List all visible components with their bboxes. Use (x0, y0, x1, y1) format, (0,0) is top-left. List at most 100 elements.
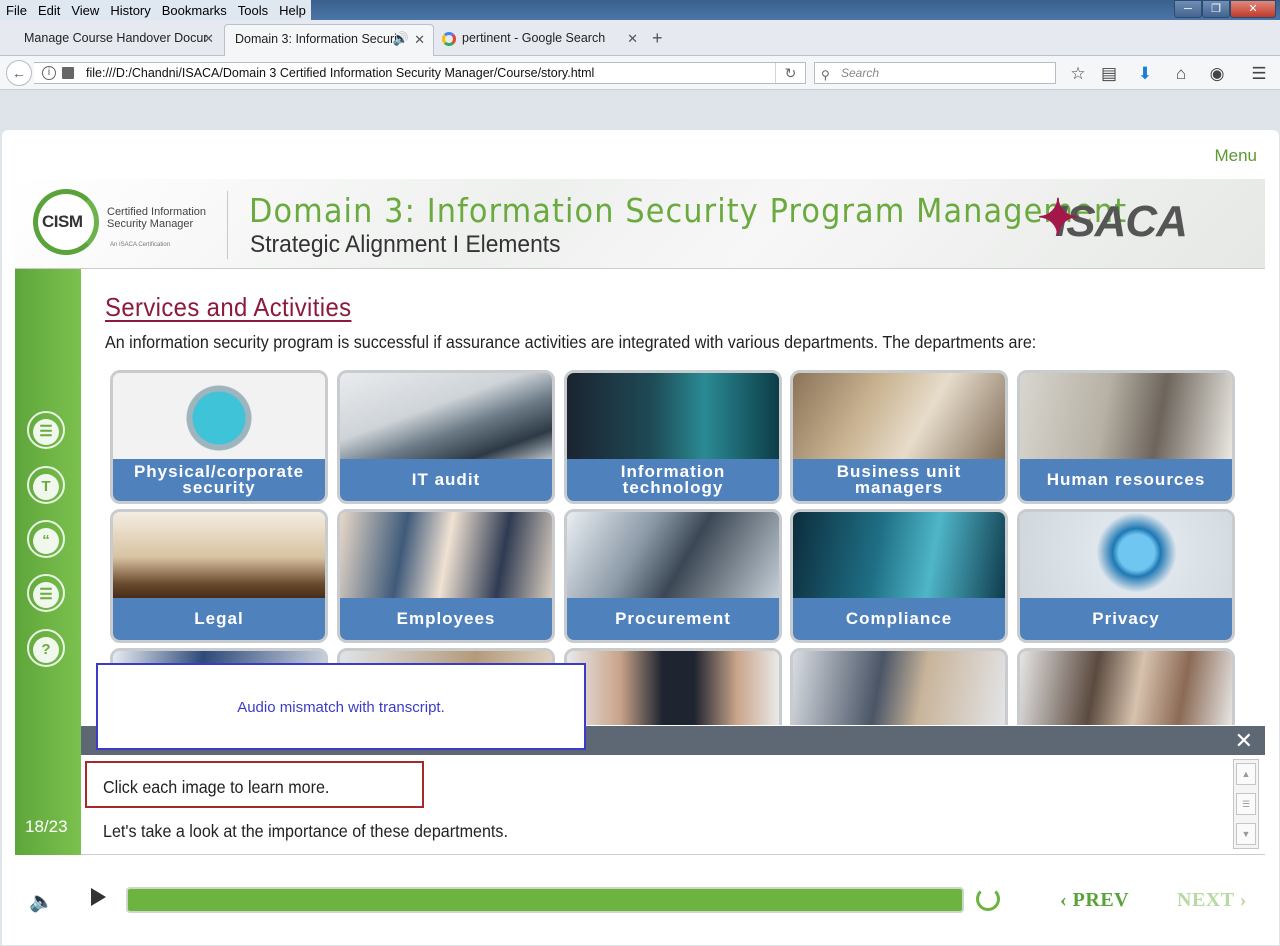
menu-tools[interactable]: Tools (232, 0, 273, 20)
play-icon[interactable] (91, 888, 106, 906)
bookmark-star-icon[interactable]: ☆ (1067, 64, 1089, 84)
menu-view[interactable]: View (65, 0, 104, 20)
reload-icon[interactable]: ↻ (775, 63, 805, 83)
home-icon[interactable]: ⌂ (1170, 64, 1192, 84)
banner-divider (227, 191, 228, 259)
search-input[interactable]: ⚲ Search (814, 62, 1056, 84)
tab-strip: Manage Course Handover Docur ✕ Domain 3:… (0, 20, 1280, 56)
scroll-up-icon[interactable]: ▲ (1236, 763, 1256, 785)
isaca-logo: ✦ ISACA (1037, 190, 1188, 246)
card-row3-5[interactable] (1017, 648, 1235, 725)
card-label: Privacy (1020, 598, 1232, 640)
window-close-button[interactable]: ✕ (1230, 0, 1276, 18)
tab-label: Manage Course Handover Docur (24, 31, 208, 45)
card-employees[interactable]: Employees (337, 509, 555, 643)
new-tab-icon[interactable]: + (652, 28, 663, 49)
technology-image (567, 373, 779, 463)
audit-image (340, 373, 552, 463)
volume-icon[interactable]: 🔈 (29, 889, 54, 914)
menu-file[interactable]: File (0, 0, 32, 20)
next-button[interactable]: NEXT › (1177, 889, 1247, 912)
maximize-button[interactable]: ❐ (1202, 0, 1230, 18)
back-icon[interactable]: ← (6, 60, 32, 86)
card-privacy[interactable]: Privacy (1017, 509, 1235, 643)
resources-icon[interactable]: ☰ (27, 411, 65, 449)
card-business-unit-managers[interactable]: Business unit managers (790, 370, 1008, 504)
google-icon (442, 32, 456, 46)
help-icon[interactable]: ? (27, 629, 65, 667)
transcript-panel: Click each image to learn more. Let's ta… (81, 755, 1265, 855)
replay-icon[interactable] (976, 887, 1000, 911)
card-legal[interactable]: Legal (110, 509, 328, 643)
close-icon[interactable]: ✕ (627, 31, 638, 47)
transcript-icon[interactable]: T (27, 466, 65, 504)
card-label: Procurement (567, 598, 779, 640)
cism-logo: CISM (33, 189, 99, 255)
card-image (793, 651, 1005, 725)
card-physical-security[interactable]: Physical/corporate security (110, 370, 328, 504)
tab-course-handover[interactable]: Manage Course Handover Docur ✕ (0, 24, 222, 56)
shield-icon (113, 373, 325, 463)
page-icon (62, 67, 74, 79)
hamburger-menu-icon[interactable]: ☰ (1248, 64, 1270, 84)
transcript-line: Let's take a look at the importance of t… (103, 821, 508, 841)
card-label: Physical/corporate security (113, 459, 325, 501)
scroll-down-icon[interactable]: ▼ (1236, 823, 1256, 845)
managers-image (793, 373, 1005, 463)
menu-edit[interactable]: Edit (32, 0, 65, 20)
url-bar[interactable]: i file:///D:/Chandni/ISACA/Domain 3 Cert… (34, 62, 806, 84)
card-label: Legal (113, 598, 325, 640)
card-image (1020, 651, 1232, 725)
close-icon[interactable]: ✕ (203, 31, 214, 47)
card-label: Compliance (793, 598, 1005, 640)
section-title: Services and Activities (105, 292, 352, 322)
card-label: Employees (340, 598, 552, 640)
menu-bookmarks[interactable]: Bookmarks (156, 0, 232, 20)
page-subtitle: Strategic Alignment I Elements (250, 231, 561, 258)
reading-list-icon[interactable]: ▤ (1098, 64, 1120, 84)
card-image (567, 651, 779, 725)
close-icon[interactable]: ✕ (1235, 728, 1253, 754)
card-label: IT audit (340, 459, 552, 501)
pocket-icon[interactable]: ◉ (1206, 64, 1228, 84)
page-title: Domain 3: Information Security Program M… (249, 191, 1128, 230)
close-icon[interactable]: ✕ (414, 32, 425, 48)
progress-fill (128, 889, 962, 911)
minimize-button[interactable]: ─ (1174, 0, 1202, 18)
card-label: Human resources (1020, 459, 1232, 501)
menu-history[interactable]: History (104, 0, 155, 20)
player-sidebar: ☰ T “ ☰ ? 18/23 (15, 269, 81, 855)
scroll-thumb[interactable]: ☰ (1236, 793, 1256, 815)
quote-icon[interactable]: “ (27, 520, 65, 558)
card-row3-4[interactable] (790, 648, 1008, 725)
progress-bar[interactable] (126, 887, 964, 913)
url-text: file:///D:/Chandni/ISACA/Domain 3 Certif… (86, 66, 595, 80)
card-procurement[interactable]: Procurement (564, 509, 782, 643)
hr-image (1020, 373, 1232, 463)
intro-text: An information security program is succe… (105, 332, 1037, 352)
card-row3-3[interactable] (564, 648, 782, 725)
search-placeholder: Search (841, 66, 880, 80)
tab-label: Domain 3: Information Securi (235, 32, 397, 46)
course-player: Menu CISM Certified Information Security… (2, 130, 1279, 945)
tab-label: pertinent - Google Search (462, 31, 606, 45)
download-icon[interactable]: ⬇ (1134, 64, 1156, 84)
card-human-resources[interactable]: Human resources (1017, 370, 1235, 504)
card-compliance[interactable]: Compliance (790, 509, 1008, 643)
course-banner: CISM Certified Information Security Mana… (15, 179, 1265, 269)
page-counter: 18/23 (25, 817, 68, 836)
tab-google-search[interactable]: pertinent - Google Search ✕ (438, 24, 646, 56)
card-it-audit[interactable]: IT audit (337, 370, 555, 504)
tab-domain-3[interactable]: Domain 3: Information Securi 🔊 ✕ (224, 24, 434, 56)
card-information-technology[interactable]: Information technology (564, 370, 782, 504)
menu-help[interactable]: Help (273, 0, 311, 20)
course-menu-link[interactable]: Menu (1214, 146, 1257, 166)
prev-button[interactable]: ‹ PREV (1060, 889, 1129, 912)
menu-bar: File Edit View History Bookmarks Tools H… (0, 0, 1280, 20)
isaca-star-icon: ✦ (1037, 190, 1079, 246)
layers-icon[interactable]: ☰ (27, 574, 65, 612)
info-icon[interactable]: i (42, 66, 56, 80)
procurement-image (567, 512, 779, 602)
speaker-icon[interactable]: 🔊 (393, 31, 409, 47)
transcript-scrollbar[interactable]: ▲ ☰ ▼ (1233, 759, 1259, 849)
